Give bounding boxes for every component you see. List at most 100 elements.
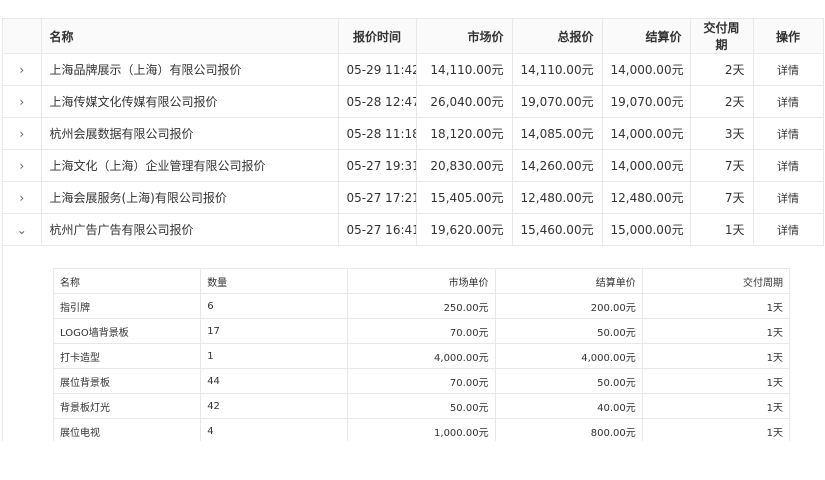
total-quote: 14,110.00元 [512,53,603,86]
detail-link[interactable]: 详情 [777,128,799,141]
item-cycle: 1天 [642,418,791,441]
detail-link[interactable]: 详情 [777,192,799,205]
expand-toggle[interactable]: › [3,117,42,150]
expand-toggle[interactable]: ⌄ [3,213,42,246]
item-cycle: 1天 [642,393,791,419]
detail-row: 背景板灯光 42 50.00元 40.00元 1天 [53,393,791,419]
expand-toggle[interactable]: › [3,53,42,86]
item-market-unit: 70.00元 [347,368,496,394]
item-qty: 17 [200,318,349,344]
market-price: 18,120.00元 [416,117,513,150]
item-market-unit: 70.00元 [347,318,496,344]
item-name: LOGO墙背景板 [53,318,202,344]
settle-price: 14,000.00元 [602,53,691,86]
chevron-right-icon: › [19,190,25,205]
detail-column-header-name: 名称 [53,268,202,294]
expanded-detail-cell: 名称 数量 市场单价 结算单价 交付周期 指引牌 6 250.00元 200.0… [3,245,823,441]
item-qty: 44 [200,368,349,394]
expand-toggle[interactable]: › [3,149,42,182]
column-header-time: 报价时间 [338,19,417,54]
quote-time: 05-29 11:42 [338,53,417,86]
item-cycle: 1天 [642,318,791,344]
detail-row: 指引牌 6 250.00元 200.00元 1天 [53,293,791,319]
total-quote: 12,480.00元 [512,181,603,214]
item-market-unit: 4,000.00元 [347,343,496,369]
quote-time: 05-28 11:18 [338,117,417,150]
table-row: ⌄ 杭州广告广告有限公司报价 05-27 16:41 19,620.00元 15… [3,213,824,246]
detail-row: 展位电视 4 1,000.00元 800.00元 1天 [53,418,791,441]
detail-row: LOGO墙背景板 17 70.00元 50.00元 1天 [53,318,791,344]
item-qty: 42 [200,393,349,419]
detail-link[interactable]: 详情 [777,160,799,173]
delivery-cycle: 3天 [690,117,754,150]
market-price: 19,620.00元 [416,213,513,246]
item-name: 展位电视 [53,418,202,441]
item-market-unit: 50.00元 [347,393,496,419]
table-row: › 上海会展服务(上海)有限公司报价 05-27 17:21 15,405.00… [3,181,824,214]
column-header-delivery-cycle: 交付周期 [690,19,754,54]
column-header-action: 操作 [753,19,824,54]
market-price: 15,405.00元 [416,181,513,214]
detail-column-header-qty: 数量 [200,268,349,294]
quote-time: 05-27 16:41 [338,213,417,246]
settle-price: 19,070.00元 [602,85,691,118]
item-settle-unit: 800.00元 [495,418,643,441]
item-name: 背景板灯光 [53,393,202,419]
column-header-total-quote: 总报价 [512,19,603,54]
quote-time: 05-27 19:31 [338,149,417,182]
detail-panel: 名称 数量 市场单价 结算单价 交付周期 指引牌 6 250.00元 200.0… [11,246,815,441]
detail-row: 打卡造型 1 4,000.00元 4,000.00元 1天 [53,343,791,369]
item-name: 指引牌 [53,293,202,319]
table-row: › 上海传媒文化传媒有限公司报价 05-28 12:47 26,040.00元 … [3,85,824,118]
table-row: › 上海品牌展示（上海）有限公司报价 05-29 11:42 14,110.00… [3,53,824,86]
total-quote: 14,085.00元 [512,117,603,150]
chevron-right-icon: › [19,94,25,109]
detail-link[interactable]: 详情 [777,64,799,77]
expand-column-header [3,19,42,54]
quote-name: 上海文化（上海）企业管理有限公司报价 [41,149,339,182]
quote-table: 名称 报价时间 市场价 总报价 结算价 交付周期 操作 › 上海品牌展示（上海）… [3,19,824,441]
quote-name: 杭州广告广告有限公司报价 [41,213,339,246]
item-settle-unit: 50.00元 [495,368,643,394]
item-market-unit: 250.00元 [347,293,496,319]
delivery-cycle: 7天 [690,181,754,214]
item-cycle: 1天 [642,343,791,369]
detail-row: 展位背景板 44 70.00元 50.00元 1天 [53,368,791,394]
quote-name: 上海品牌展示（上海）有限公司报价 [41,53,339,86]
table-header-row: 名称 报价时间 市场价 总报价 结算价 交付周期 操作 [3,19,824,54]
expand-toggle[interactable]: › [3,181,42,214]
total-quote: 15,460.00元 [512,213,603,246]
item-cycle: 1天 [642,293,791,319]
quote-name: 杭州会展数据有限公司报价 [41,117,339,150]
item-qty: 1 [200,343,349,369]
chevron-right-icon: › [19,158,25,173]
quote-name: 上海会展服务(上海)有限公司报价 [41,181,339,214]
detail-header-row: 名称 数量 市场单价 结算单价 交付周期 [53,268,791,294]
settle-price: 12,480.00元 [602,181,691,214]
item-name: 展位背景板 [53,368,202,394]
item-qty: 4 [200,418,349,441]
quote-table-container: 名称 报价时间 市场价 总报价 结算价 交付周期 操作 › 上海品牌展示（上海）… [2,18,824,441]
column-header-name: 名称 [41,19,339,54]
settle-price: 14,000.00元 [602,117,691,150]
column-header-market-price: 市场价 [416,19,513,54]
delivery-cycle: 2天 [690,53,754,86]
chevron-right-icon: › [19,126,25,141]
expanded-detail-row: 名称 数量 市场单价 结算单价 交付周期 指引牌 6 250.00元 200.0… [3,245,823,441]
item-settle-unit: 40.00元 [495,393,643,419]
item-qty: 6 [200,293,349,319]
item-settle-unit: 4,000.00元 [495,343,643,369]
detail-link[interactable]: 详情 [777,224,799,237]
total-quote: 14,260.00元 [512,149,603,182]
market-price: 14,110.00元 [416,53,513,86]
table-row: › 上海文化（上海）企业管理有限公司报价 05-27 19:31 20,830.… [3,149,824,182]
item-name: 打卡造型 [53,343,202,369]
settle-price: 15,000.00元 [602,213,691,246]
expand-toggle[interactable]: › [3,85,42,118]
detail-column-header-settle-unit: 结算单价 [495,268,643,294]
column-header-settle-price: 结算价 [602,19,691,54]
market-price: 26,040.00元 [416,85,513,118]
detail-link[interactable]: 详情 [777,96,799,109]
quote-name: 上海传媒文化传媒有限公司报价 [41,85,339,118]
delivery-cycle: 7天 [690,149,754,182]
